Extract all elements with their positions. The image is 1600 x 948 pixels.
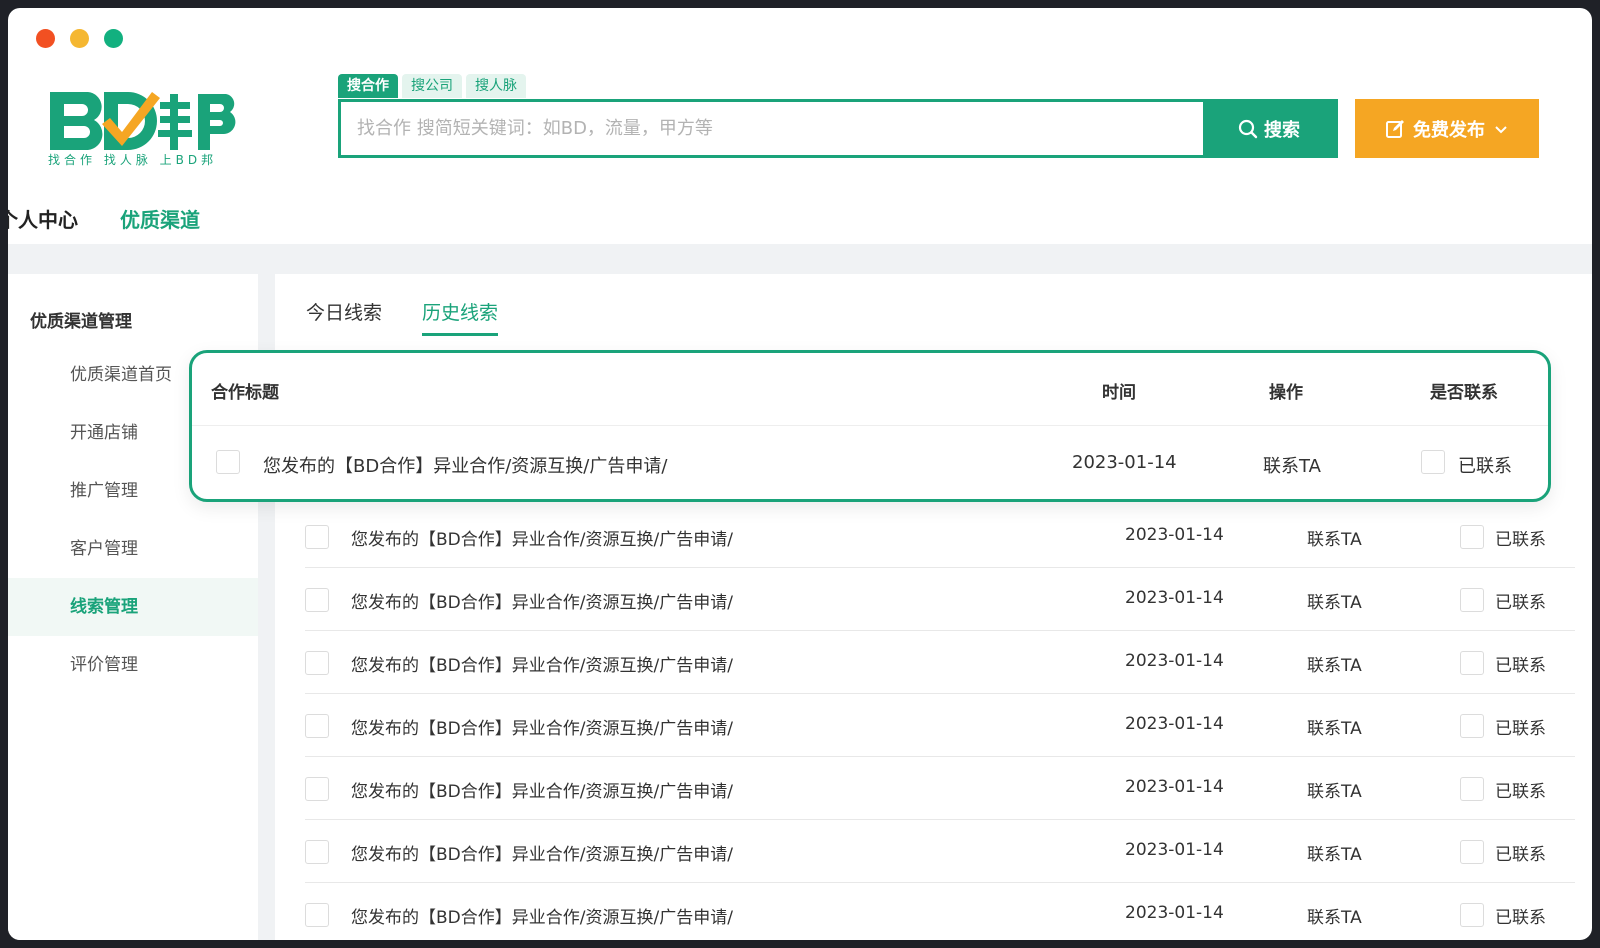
contacted-checkbox[interactable] xyxy=(1460,588,1484,612)
sidebar-item-reviews[interactable]: 评价管理 xyxy=(8,636,258,694)
nav-personal-center[interactable]: 个人中心 xyxy=(8,204,78,233)
table-row: 您发布的【BD合作】异业合作/资源互换/广告申请/ 2023-01-14 联系T… xyxy=(305,694,1575,757)
contacted-checkbox[interactable] xyxy=(1460,777,1484,801)
contact-link[interactable]: 联系TA xyxy=(1307,714,1362,739)
contact-link[interactable]: 联系TA xyxy=(1307,903,1362,928)
free-publish-button[interactable]: 免费发布 xyxy=(1355,99,1539,158)
minimize-window-dot[interactable] xyxy=(70,29,89,48)
contacted-checkbox[interactable] xyxy=(1421,450,1445,474)
row-date: 2023-01-14 xyxy=(1125,714,1224,734)
search-box: 搜索 xyxy=(338,99,1338,158)
row-date: 2023-01-14 xyxy=(1125,777,1224,797)
search-tab-contacts[interactable]: 搜人脉 xyxy=(466,74,526,98)
contacted-checkbox[interactable] xyxy=(1460,903,1484,927)
contact-link[interactable]: 联系TA xyxy=(1307,588,1362,613)
search-tab-company[interactable]: 搜公司 xyxy=(402,74,462,98)
row-date: 2023-01-14 xyxy=(1125,840,1224,860)
table-header: 合作标题 时间 操作 是否联系 xyxy=(192,353,1548,426)
header-title: 合作标题 xyxy=(211,383,279,403)
divider-band xyxy=(8,244,1592,274)
lead-tabs: 今日线索 历史线索 xyxy=(306,298,499,336)
table-row: 您发布的【BD合作】异业合作/资源互换/广告申请/ 2023-01-14 联系T… xyxy=(305,757,1575,820)
table-row: 您发布的【BD合作】异业合作/资源互换/广告申请/ 2023-01-14 联系T… xyxy=(305,568,1575,631)
main-nav: 个人中心 优质渠道 xyxy=(8,204,200,233)
contact-link[interactable]: 联系TA xyxy=(1263,452,1321,478)
tab-today-leads[interactable]: 今日线索 xyxy=(306,298,382,336)
search-button-label: 搜索 xyxy=(1264,119,1300,141)
contacted-label: 已联系 xyxy=(1458,456,1512,477)
header-time: 时间 xyxy=(1102,383,1136,403)
publish-button-label: 免费发布 xyxy=(1413,119,1485,141)
close-window-dot[interactable] xyxy=(36,29,55,48)
row-checkbox[interactable] xyxy=(216,450,240,474)
chevron-down-icon xyxy=(1495,125,1507,133)
row-title: 您发布的【BD合作】异业合作/资源互换/广告申请/ xyxy=(351,530,733,550)
header-contacted: 是否联系 xyxy=(1430,383,1498,403)
row-checkbox[interactable] xyxy=(305,714,329,738)
row-checkbox[interactable] xyxy=(305,777,329,801)
row-date: 2023-01-14 xyxy=(1125,525,1224,545)
search-icon xyxy=(1238,119,1258,138)
row-date: 2023-01-14 xyxy=(1125,651,1224,671)
row-checkbox[interactable] xyxy=(305,840,329,864)
window-controls xyxy=(36,29,123,48)
row-title: 您发布的【BD合作】异业合作/资源互换/广告申请/ xyxy=(351,908,733,928)
contact-link[interactable]: 联系TA xyxy=(1307,651,1362,676)
table-row: 您发布的【BD合作】异业合作/资源互换/广告申请/ 2023-01-14 联系T… xyxy=(192,426,1548,499)
row-title: 您发布的【BD合作】异业合作/资源互换/广告申请/ xyxy=(351,782,733,802)
search-type-tabs: 搜合作 搜公司 搜人脉 xyxy=(338,74,526,98)
table-row: 您发布的【BD合作】异业合作/资源互换/广告申请/ 2023-01-14 联系T… xyxy=(305,883,1575,940)
contacted-label: 已联系 xyxy=(1495,656,1546,676)
contacted-label: 已联系 xyxy=(1495,782,1546,802)
row-title: 您发布的【BD合作】异业合作/资源互换/广告申请/ xyxy=(351,593,733,613)
contacted-checkbox[interactable] xyxy=(1460,840,1484,864)
row-checkbox[interactable] xyxy=(305,651,329,675)
tab-history-leads[interactable]: 历史线索 xyxy=(422,298,499,336)
table-row: 您发布的【BD合作】异业合作/资源互换/广告申请/ 2023-01-14 联系T… xyxy=(305,820,1575,883)
sidebar-title: 优质渠道管理 xyxy=(30,312,132,332)
search-input[interactable] xyxy=(341,102,1203,155)
row-date: 2023-01-14 xyxy=(1125,588,1224,608)
contacted-label: 已联系 xyxy=(1495,908,1546,928)
row-date: 2023-01-14 xyxy=(1125,903,1224,923)
contacted-checkbox[interactable] xyxy=(1460,525,1484,549)
contact-link[interactable]: 联系TA xyxy=(1307,525,1362,550)
table-row: 您发布的【BD合作】异业合作/资源互换/广告申请/ 2023-01-14 联系T… xyxy=(305,505,1575,568)
app-window: 找合作 找人脉 上BD邦 搜合作 搜公司 搜人脉 搜索 免费发布 个人中心 优质… xyxy=(8,8,1592,940)
header-action: 操作 xyxy=(1269,383,1303,403)
row-checkbox[interactable] xyxy=(305,903,329,927)
maximize-window-dot[interactable] xyxy=(104,29,123,48)
sidebar-item-customers[interactable]: 客户管理 xyxy=(8,520,258,578)
contacted-label: 已联系 xyxy=(1495,530,1546,550)
logo-slogan: 找合作 找人脉 上BD邦 xyxy=(48,153,218,167)
row-date: 2023-01-14 xyxy=(1072,452,1177,473)
edit-icon xyxy=(1386,119,1404,138)
search-button[interactable]: 搜索 xyxy=(1203,102,1335,155)
row-checkbox[interactable] xyxy=(305,525,329,549)
row-title: 您发布的【BD合作】异业合作/资源互换/广告申请/ xyxy=(351,656,733,676)
row-title: 您发布的【BD合作】异业合作/资源互换/广告申请/ xyxy=(263,456,668,477)
contacted-checkbox[interactable] xyxy=(1460,714,1484,738)
sidebar-item-leads[interactable]: 线索管理 xyxy=(8,578,258,636)
row-checkbox[interactable] xyxy=(305,588,329,612)
contacted-label: 已联系 xyxy=(1495,719,1546,739)
row-title: 您发布的【BD合作】异业合作/资源互换/广告申请/ xyxy=(351,719,733,739)
search-tab-cooperation[interactable]: 搜合作 xyxy=(338,74,398,98)
contacted-label: 已联系 xyxy=(1495,845,1546,865)
table-row: 您发布的【BD合作】异业合作/资源互换/广告申请/ 2023-01-14 联系T… xyxy=(305,631,1575,694)
highlighted-table-card: 合作标题 时间 操作 是否联系 您发布的【BD合作】异业合作/资源互换/广告申请… xyxy=(189,350,1551,502)
contacted-checkbox[interactable] xyxy=(1460,651,1484,675)
contacted-label: 已联系 xyxy=(1495,593,1546,613)
contact-link[interactable]: 联系TA xyxy=(1307,840,1362,865)
contact-link[interactable]: 联系TA xyxy=(1307,777,1362,802)
row-title: 您发布的【BD合作】异业合作/资源互换/广告申请/ xyxy=(351,845,733,865)
nav-quality-channel[interactable]: 优质渠道 xyxy=(120,204,200,233)
